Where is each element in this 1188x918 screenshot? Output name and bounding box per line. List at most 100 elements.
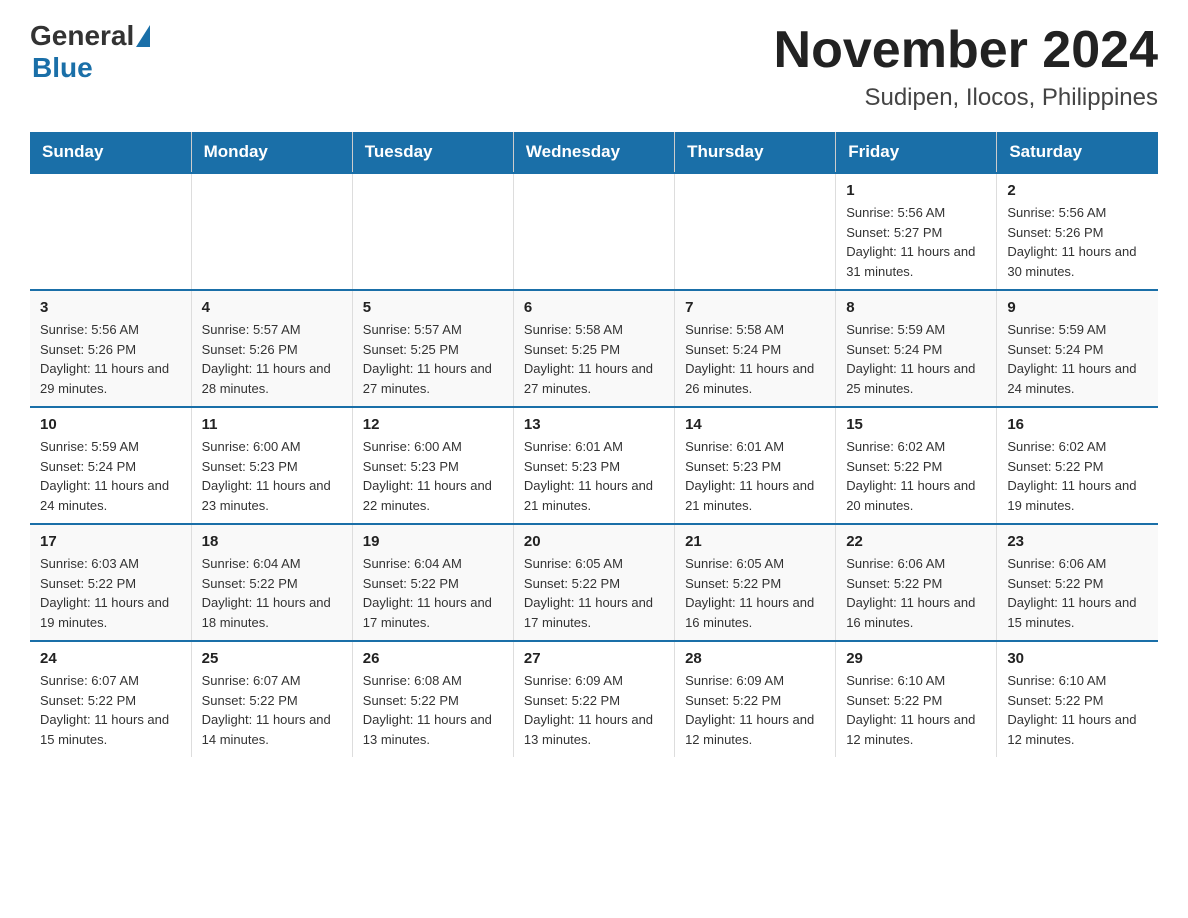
day-number: 8 <box>846 299 986 316</box>
day-info: Sunrise: 6:08 AM Sunset: 5:22 PM Dayligh… <box>363 671 503 749</box>
calendar-day-17: 17Sunrise: 6:03 AM Sunset: 5:22 PM Dayli… <box>30 524 191 641</box>
day-info: Sunrise: 5:59 AM Sunset: 5:24 PM Dayligh… <box>846 320 986 398</box>
calendar-empty-cell <box>675 173 836 290</box>
calendar-day-23: 23Sunrise: 6:06 AM Sunset: 5:22 PM Dayli… <box>997 524 1158 641</box>
day-number: 22 <box>846 533 986 550</box>
calendar-day-6: 6 Sunrise: 5:58 AM Sunset: 5:25 PM Daylig… <box>513 290 674 407</box>
calendar-day-27: 27 Sunrise: 6:09 AM Sunset: 5:22 PM Dayli… <box>513 641 674 757</box>
day-number: 24 <box>40 650 181 667</box>
day-number: 13 <box>524 416 664 433</box>
day-info: Sunrise: 6:09 AM Sunset: 5:22 PM Dayligh… <box>685 671 825 749</box>
title-block: November 2024 Sudipen, Ilocos, Philippin… <box>774 20 1158 112</box>
day-number: 23 <box>1007 533 1148 550</box>
calendar-header-tuesday: Tuesday <box>352 132 513 173</box>
calendar-day-9: 9 Sunrise: 5:59 AM Sunset: 5:24 PM Daylig… <box>997 290 1158 407</box>
day-number: 16 <box>1007 416 1148 433</box>
day-number: 28 <box>685 650 825 667</box>
day-info: Sunrise: 5:56 AM Sunset: 5:27 PM Dayligh… <box>846 203 986 281</box>
calendar-day-25: 25 Sunrise: 6:07 AM Sunset: 5:22 PM Dayli… <box>191 641 352 757</box>
page-header: General Blue November 2024 Sudipen, Iloc… <box>30 20 1158 112</box>
day-number: 21 <box>685 533 825 550</box>
day-info: Sunrise: 6:04 AM Sunset: 5:22 PM Dayligh… <box>202 554 342 632</box>
calendar-header-saturday: Saturday <box>997 132 1158 173</box>
calendar-header-thursday: Thursday <box>675 132 836 173</box>
calendar-day-3: 3 Sunrise: 5:56 AM Sunset: 5:26 PM Daylig… <box>30 290 191 407</box>
day-number: 11 <box>202 416 342 433</box>
calendar-title: November 2024 <box>774 20 1158 80</box>
calendar-empty-cell <box>30 173 191 290</box>
calendar-day-20: 20 Sunrise: 6:05 AM Sunset: 5:22 PM Dayli… <box>513 524 674 641</box>
day-info: Sunrise: 6:05 AM Sunset: 5:22 PM Dayligh… <box>685 554 825 632</box>
day-number: 1 <box>846 182 986 199</box>
day-number: 25 <box>202 650 342 667</box>
calendar-day-14: 14 Sunrise: 6:01 AM Sunset: 5:23 PM Dayli… <box>675 407 836 524</box>
calendar-day-21: 21 Sunrise: 6:05 AM Sunset: 5:22 PM Dayli… <box>675 524 836 641</box>
day-info: Sunrise: 5:59 AM Sunset: 5:24 PM Dayligh… <box>1007 320 1148 398</box>
calendar-day-30: 30 Sunrise: 6:10 AM Sunset: 5:22 PM Dayli… <box>997 641 1158 757</box>
calendar-header-friday: Friday <box>836 132 997 173</box>
day-info: Sunrise: 5:56 AM Sunset: 5:26 PM Dayligh… <box>1007 203 1148 281</box>
day-info: Sunrise: 5:57 AM Sunset: 5:26 PM Dayligh… <box>202 320 342 398</box>
calendar-empty-cell <box>191 173 352 290</box>
calendar-day-19: 19 Sunrise: 6:04 AM Sunset: 5:22 PM Dayli… <box>352 524 513 641</box>
day-number: 7 <box>685 299 825 316</box>
day-info: Sunrise: 6:06 AM Sunset: 5:22 PM Dayligh… <box>846 554 986 632</box>
day-info: Sunrise: 5:59 AM Sunset: 5:24 PM Dayligh… <box>40 437 181 515</box>
day-number: 14 <box>685 416 825 433</box>
calendar-location: Sudipen, Ilocos, Philippines <box>774 84 1158 112</box>
day-number: 19 <box>363 533 503 550</box>
calendar-header-sunday: Sunday <box>30 132 191 173</box>
calendar-week-row: 24 Sunrise: 6:07 AM Sunset: 5:22 PM Dayli… <box>30 641 1158 757</box>
day-number: 6 <box>524 299 664 316</box>
calendar-day-10: 10 Sunrise: 5:59 AM Sunset: 5:24 PM Dayli… <box>30 407 191 524</box>
day-info: Sunrise: 6:01 AM Sunset: 5:23 PM Dayligh… <box>685 437 825 515</box>
day-info: Sunrise: 6:10 AM Sunset: 5:22 PM Dayligh… <box>1007 671 1148 749</box>
day-info: Sunrise: 6:01 AM Sunset: 5:23 PM Dayligh… <box>524 437 664 515</box>
day-number: 12 <box>363 416 503 433</box>
day-number: 26 <box>363 650 503 667</box>
logo: General Blue <box>30 20 150 84</box>
day-info: Sunrise: 5:56 AM Sunset: 5:26 PM Dayligh… <box>40 320 181 398</box>
calendar-empty-cell <box>352 173 513 290</box>
calendar-day-13: 13 Sunrise: 6:01 AM Sunset: 5:23 PM Dayli… <box>513 407 674 524</box>
day-info: Sunrise: 6:05 AM Sunset: 5:22 PM Dayligh… <box>524 554 664 632</box>
day-number: 10 <box>40 416 181 433</box>
calendar-day-16: 16 Sunrise: 6:02 AM Sunset: 5:22 PM Dayli… <box>997 407 1158 524</box>
calendar-day-26: 26 Sunrise: 6:08 AM Sunset: 5:22 PM Dayli… <box>352 641 513 757</box>
calendar-day-24: 24 Sunrise: 6:07 AM Sunset: 5:22 PM Dayli… <box>30 641 191 757</box>
day-info: Sunrise: 6:10 AM Sunset: 5:22 PM Dayligh… <box>846 671 986 749</box>
day-number: 5 <box>363 299 503 316</box>
day-number: 3 <box>40 299 181 316</box>
day-number: 27 <box>524 650 664 667</box>
calendar-day-12: 12Sunrise: 6:00 AM Sunset: 5:23 PM Dayli… <box>352 407 513 524</box>
calendar-header-monday: Monday <box>191 132 352 173</box>
calendar-day-29: 29Sunrise: 6:10 AM Sunset: 5:22 PM Dayli… <box>836 641 997 757</box>
calendar-day-4: 4Sunrise: 5:57 AM Sunset: 5:26 PM Daylig… <box>191 290 352 407</box>
day-number: 20 <box>524 533 664 550</box>
calendar-week-row: 17Sunrise: 6:03 AM Sunset: 5:22 PM Dayli… <box>30 524 1158 641</box>
calendar-day-2: 2Sunrise: 5:56 AM Sunset: 5:26 PM Daylig… <box>997 173 1158 290</box>
calendar-week-row: 1 Sunrise: 5:56 AM Sunset: 5:27 PM Daylig… <box>30 173 1158 290</box>
day-info: Sunrise: 6:07 AM Sunset: 5:22 PM Dayligh… <box>202 671 342 749</box>
logo-triangle-icon <box>136 25 150 47</box>
day-number: 15 <box>846 416 986 433</box>
day-info: Sunrise: 5:57 AM Sunset: 5:25 PM Dayligh… <box>363 320 503 398</box>
day-info: Sunrise: 6:04 AM Sunset: 5:22 PM Dayligh… <box>363 554 503 632</box>
calendar-day-5: 5 Sunrise: 5:57 AM Sunset: 5:25 PM Daylig… <box>352 290 513 407</box>
calendar-day-28: 28 Sunrise: 6:09 AM Sunset: 5:22 PM Dayli… <box>675 641 836 757</box>
day-info: Sunrise: 6:07 AM Sunset: 5:22 PM Dayligh… <box>40 671 181 749</box>
calendar-day-8: 8 Sunrise: 5:59 AM Sunset: 5:24 PM Daylig… <box>836 290 997 407</box>
calendar-day-15: 15Sunrise: 6:02 AM Sunset: 5:22 PM Dayli… <box>836 407 997 524</box>
day-info: Sunrise: 6:02 AM Sunset: 5:22 PM Dayligh… <box>1007 437 1148 515</box>
calendar-day-22: 22 Sunrise: 6:06 AM Sunset: 5:22 PM Dayli… <box>836 524 997 641</box>
day-number: 30 <box>1007 650 1148 667</box>
calendar-table: SundayMondayTuesdayWednesdayThursdayFrid… <box>30 132 1158 757</box>
calendar-day-11: 11Sunrise: 6:00 AM Sunset: 5:23 PM Dayli… <box>191 407 352 524</box>
calendar-day-7: 7Sunrise: 5:58 AM Sunset: 5:24 PM Daylig… <box>675 290 836 407</box>
logo-general-text: General <box>30 20 134 52</box>
day-info: Sunrise: 5:58 AM Sunset: 5:25 PM Dayligh… <box>524 320 664 398</box>
day-info: Sunrise: 6:09 AM Sunset: 5:22 PM Dayligh… <box>524 671 664 749</box>
calendar-week-row: 10 Sunrise: 5:59 AM Sunset: 5:24 PM Dayli… <box>30 407 1158 524</box>
calendar-day-18: 18Sunrise: 6:04 AM Sunset: 5:22 PM Dayli… <box>191 524 352 641</box>
day-number: 9 <box>1007 299 1148 316</box>
